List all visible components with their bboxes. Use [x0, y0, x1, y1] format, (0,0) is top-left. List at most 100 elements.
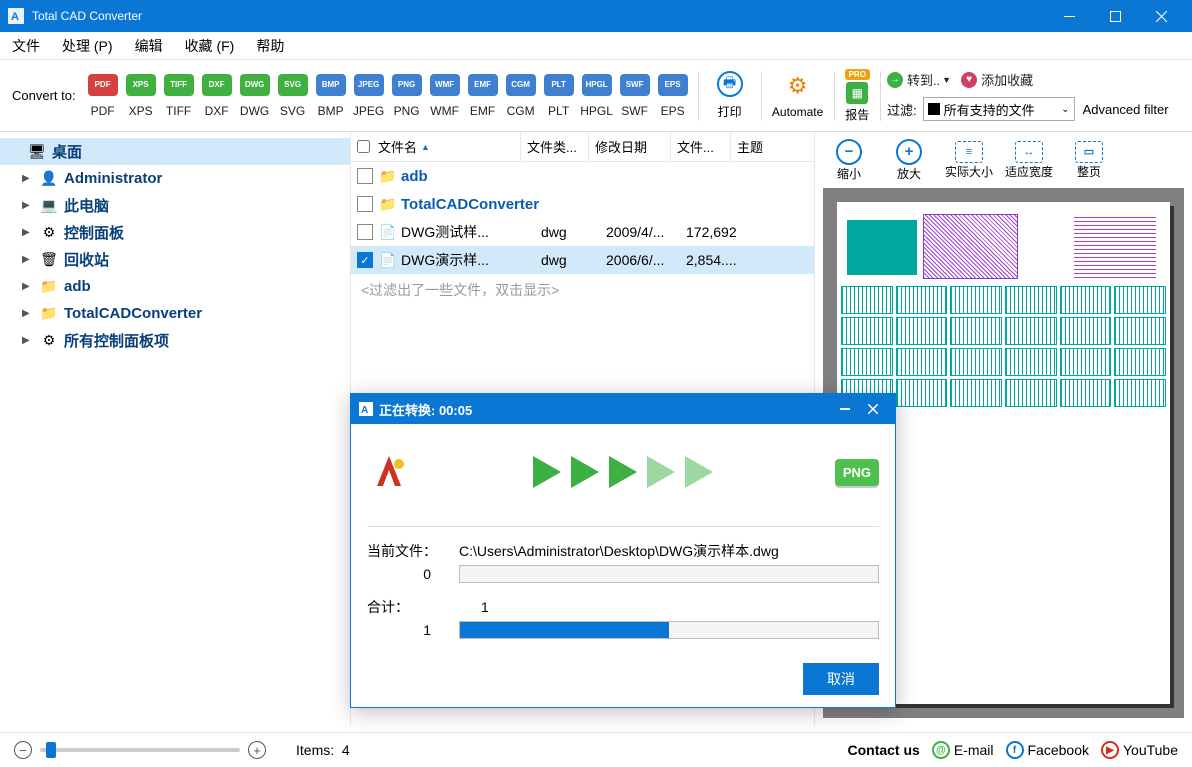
format-xps-button[interactable]: XPSXPS — [122, 74, 160, 118]
format-emf-button[interactable]: EMFEMF — [464, 74, 502, 118]
svg-text:A: A — [361, 405, 368, 416]
menu-process[interactable]: 处理 (P) — [62, 36, 113, 56]
dialog-minimize-button[interactable] — [831, 398, 859, 420]
dialog-close-button[interactable] — [859, 398, 887, 420]
format-pdf-button[interactable]: PDFPDF — [84, 74, 122, 118]
goto-button[interactable]: → 转到.. ▼ — [887, 70, 951, 89]
print-label: 打印 — [718, 103, 742, 120]
col-size-label[interactable]: 文件... — [677, 137, 714, 156]
format-dwg-button[interactable]: DWG DWG — [236, 74, 274, 118]
file-date: 2009/4/... — [606, 224, 686, 240]
zoom-in-button[interactable]: +放大 — [881, 139, 937, 182]
dwg-badge-icon: DWG — [240, 74, 270, 96]
row-checkbox[interactable] — [357, 168, 373, 184]
col-type-label[interactable]: 文件类... — [527, 137, 577, 156]
file-row[interactable]: 📄DWG测试样...dwg2009/4/...172,692 — [351, 218, 814, 246]
close-button[interactable] — [1138, 0, 1184, 32]
format-plt-button[interactable]: PLTPLT — [540, 74, 578, 118]
pdf-badge-icon: PDF — [88, 74, 118, 96]
file-row[interactable]: 📁adb — [351, 162, 814, 190]
format-dxf-button[interactable]: DXFDXF — [198, 74, 236, 118]
expand-icon[interactable]: ▶ — [22, 173, 34, 184]
file-row[interactable]: ✓📄DWG演示样...dwg2006/6/...2,854.... — [351, 246, 814, 274]
tree-item[interactable]: ▶🗑回收站 — [0, 246, 350, 273]
app-title: Total CAD Converter — [32, 9, 1046, 23]
target-format-badge: PNG — [835, 459, 879, 486]
filter-select[interactable]: 所有支持的文件 ⌄ — [923, 97, 1075, 121]
format-svg-button[interactable]: SVGSVG — [274, 74, 312, 118]
format-hpgl-button[interactable]: HPGLHPGL — [578, 74, 616, 118]
format-label: DWG — [240, 104, 269, 118]
menu-file[interactable]: 文件 — [12, 36, 40, 56]
menu-edit[interactable]: 编辑 — [135, 36, 163, 56]
tree-item-label: 控制面板 — [64, 222, 124, 243]
col-name[interactable]: 文件名 ▲ — [351, 132, 521, 161]
zoom-slider[interactable] — [40, 748, 240, 752]
row-checkbox[interactable]: ✓ — [357, 252, 373, 268]
advanced-filter-link[interactable]: Advanced filter — [1083, 102, 1169, 117]
folder-icon: 📁 — [379, 196, 395, 212]
expand-icon[interactable]: ▶ — [22, 254, 34, 265]
format-swf-button[interactable]: SWFSWF — [616, 74, 654, 118]
format-png-button[interactable]: PNGPNG — [388, 74, 426, 118]
dialog-titlebar[interactable]: A 正在转换: 00:05 — [351, 394, 895, 424]
source-app-icon — [367, 450, 411, 494]
print-button[interactable]: 🖶 打印 — [705, 71, 755, 120]
expand-icon[interactable]: ▶ — [22, 227, 34, 238]
tree-item[interactable]: ▶📁adb — [0, 273, 350, 300]
file-list-header: 文件名 ▲ 文件类... 修改日期 文件... 主题 — [351, 132, 814, 162]
tree-item[interactable]: ▶⚙控制面板 — [0, 219, 350, 246]
tree-item[interactable]: 🖥桌面 — [0, 138, 350, 165]
format-bmp-button[interactable]: BMPBMP — [312, 74, 350, 118]
filtered-hint[interactable]: <过滤出了一些文件，双击显示> — [351, 274, 814, 306]
format-eps-button[interactable]: EPSEPS — [654, 74, 692, 118]
youtube-link[interactable]: ▶YouTube — [1101, 741, 1178, 759]
contact-us-link[interactable]: Contact us — [847, 742, 919, 758]
facebook-icon: f — [1006, 741, 1024, 759]
email-link[interactable]: @E-mail — [932, 741, 994, 759]
col-date-label[interactable]: 修改日期 — [595, 137, 647, 156]
zoom-plus-button[interactable]: + — [248, 741, 266, 759]
automate-button[interactable]: ⚙ Automate — [768, 73, 828, 119]
cancel-button[interactable]: 取消 — [803, 663, 879, 695]
actual-size-button[interactable]: ≡实际大小 — [941, 141, 997, 180]
file-name: DWG演示样... — [401, 250, 541, 270]
slider-thumb[interactable] — [46, 742, 56, 758]
separator — [880, 71, 881, 121]
report-button[interactable]: PRO ▦ 报告 — [845, 69, 870, 123]
convert-to-label: Convert to: — [12, 88, 76, 103]
format-wmf-button[interactable]: WMFWMF — [426, 74, 464, 118]
tree-item[interactable]: ▶⚙所有控制面板项 — [0, 327, 350, 354]
format-jpeg-button[interactable]: JPEGJPEG — [350, 74, 388, 118]
expand-icon[interactable]: ▶ — [22, 281, 34, 292]
expand-icon[interactable]: ▶ — [22, 335, 34, 346]
add-favorite-button[interactable]: ♥ 添加收藏 — [961, 70, 1033, 89]
row-checkbox[interactable] — [357, 196, 373, 212]
format-cgm-button[interactable]: CGMCGM — [502, 74, 540, 118]
desktop-icon: 🖥 — [28, 143, 46, 161]
zoom-minus-button[interactable]: − — [14, 741, 32, 759]
tree-item[interactable]: ▶💻此电脑 — [0, 192, 350, 219]
format-tiff-button[interactable]: TIFFTIFF — [160, 74, 198, 118]
actual-icon: ≡ — [955, 141, 983, 163]
minimize-button[interactable] — [1046, 0, 1092, 32]
tree-item[interactable]: ▶📁TotalCADConverter — [0, 300, 350, 327]
col-subject-label[interactable]: 主题 — [737, 137, 763, 156]
select-all-checkbox[interactable] — [357, 140, 370, 153]
file-type: dwg — [541, 252, 606, 268]
fit-width-button[interactable]: ↔适应宽度 — [1001, 141, 1057, 180]
full-page-button[interactable]: ▭整页 — [1061, 141, 1117, 180]
format-label: WMF — [430, 104, 459, 118]
file-row[interactable]: 📁TotalCADConverter — [351, 190, 814, 218]
maximize-button[interactable] — [1092, 0, 1138, 32]
menu-help[interactable]: 帮助 — [256, 36, 284, 56]
items-count: 4 — [342, 742, 350, 758]
row-checkbox[interactable] — [357, 224, 373, 240]
tree-item[interactable]: ▶👤Administrator — [0, 165, 350, 192]
expand-icon[interactable]: ▶ — [22, 200, 34, 211]
zoom-out-button[interactable]: −缩小 — [821, 139, 877, 182]
expand-icon[interactable]: ▶ — [22, 308, 34, 319]
menu-favorites[interactable]: 收藏 (F) — [185, 36, 235, 56]
facebook-link[interactable]: fFacebook — [1006, 741, 1089, 759]
tree-item-label: adb — [64, 278, 91, 295]
